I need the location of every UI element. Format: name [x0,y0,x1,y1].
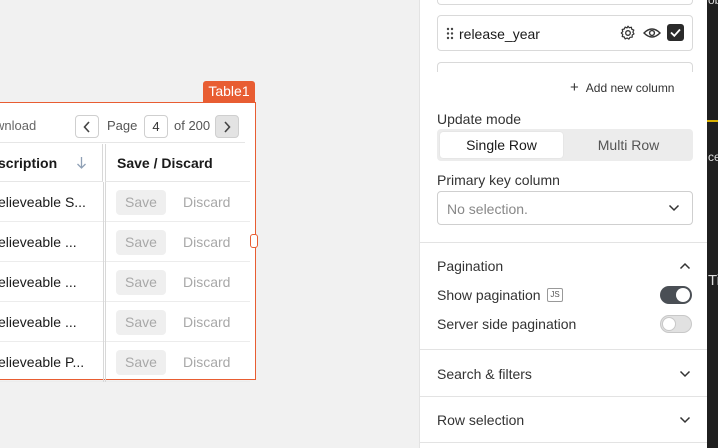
cell-description[interactable]: elieveable ... [0,234,98,250]
visibility-checkbox[interactable] [667,24,684,41]
property-pane: release_year + Add new column Update mod… [419,0,708,448]
update-mode-segmented-control[interactable]: Single Row Multi Row [437,129,693,161]
pagination-section-title[interactable]: Pagination [437,258,503,274]
drag-handle-icon[interactable] [446,27,454,40]
search-filters-section-title[interactable]: Search & filters [437,366,532,382]
chevron-down-icon[interactable] [679,370,691,378]
page-label: Page [107,118,138,133]
column-divider [103,302,106,342]
prev-page-button[interactable] [75,115,99,138]
chevron-down-icon[interactable] [679,416,691,424]
server-side-pagination-toggle[interactable] [660,315,692,333]
discard-button[interactable]: Discard [183,234,230,250]
toggle-knob [676,288,690,302]
cell-description[interactable]: elieveable ... [0,274,98,290]
cell-description[interactable]: elieveable S... [0,194,98,210]
download-button[interactable]: wnload [0,118,36,133]
page-total-label: of 200 [174,118,211,133]
column-list-item[interactable]: release_year [437,15,693,51]
primary-key-select[interactable]: No selection. [437,191,693,225]
column-divider [103,182,106,222]
chevron-up-icon[interactable] [679,262,691,270]
widget-resize-handle[interactable] [250,234,258,248]
table-row[interactable]: elieveable ... Save Discard [0,222,250,262]
update-mode-single-row[interactable]: Single Row [440,132,563,158]
add-new-column-button[interactable]: + Add new column [570,79,675,96]
column-list-item[interactable] [437,0,693,5]
save-button[interactable]: Save [116,310,166,335]
section-divider [420,442,708,443]
update-mode-multi-row[interactable]: Multi Row [567,132,690,158]
cell-description[interactable]: elieveable ... [0,314,98,330]
chevron-right-icon [224,120,231,133]
gear-icon[interactable] [620,25,636,41]
column-divider [103,222,106,262]
chevron-left-icon [83,120,90,133]
discard-button[interactable]: Discard [183,314,230,330]
table-row[interactable]: elieveable ... Save Discard [0,302,250,342]
table-widget[interactable]: wnload Page 4 of 200 scription Save / Di… [0,102,256,382]
toggle-knob [662,317,676,331]
primary-key-placeholder: No selection. [447,201,528,217]
add-new-column-label: Add new column [585,81,675,95]
section-divider [420,242,708,243]
save-button[interactable]: Save [116,190,166,215]
sort-arrow-down-icon[interactable] [76,156,87,170]
column-header-label: Save / Discard [117,155,213,171]
highlight-line [707,120,718,122]
update-mode-label: Update mode [437,111,522,127]
discard-button[interactable]: Discard [183,354,230,370]
next-page-button[interactable] [215,115,239,138]
plus-icon: + [570,79,579,96]
discard-button[interactable]: Discard [183,194,230,210]
page-number-input[interactable]: 4 [144,115,168,138]
column-header-label: scription [0,155,58,171]
truncated-text: ob [708,0,718,7]
chevron-down-icon [668,204,680,212]
column-divider [103,262,106,302]
column-divider [103,342,106,382]
column-header-save-discard[interactable]: Save / Discard [105,144,250,182]
truncated-text: ce [708,150,718,164]
column-header-description[interactable]: scription [0,144,103,182]
show-pagination-label: Show pagination [437,287,541,303]
primary-key-label: Primary key column [437,172,560,188]
server-side-pagination-label: Server side pagination [437,316,577,332]
checkmark-icon [670,28,681,38]
js-toggle-badge[interactable]: JS [547,288,563,302]
show-pagination-toggle[interactable] [660,286,692,304]
save-button[interactable]: Save [116,230,166,255]
cell-description[interactable]: elieveable P... [0,354,98,370]
widget-name-tag[interactable]: Table1 [203,81,255,102]
column-name[interactable]: release_year [459,26,540,42]
section-divider [420,349,708,350]
save-button[interactable]: Save [116,350,166,375]
table-row[interactable]: elieveable ... Save Discard [0,262,250,302]
truncated-text: Ti [708,272,718,289]
table-header-bar: wnload Page 4 of 200 [0,107,245,143]
save-button[interactable]: Save [116,270,166,295]
section-divider [420,396,708,397]
table-row[interactable]: elieveable S... Save Discard [0,182,250,222]
table-row[interactable]: elieveable P... Save Discard [0,342,250,382]
row-selection-section-title[interactable]: Row selection [437,412,524,428]
discard-button[interactable]: Discard [183,274,230,290]
column-list-item[interactable] [437,62,693,72]
eye-icon[interactable] [643,26,661,40]
right-side-panel: ob ce Ti [707,0,718,448]
